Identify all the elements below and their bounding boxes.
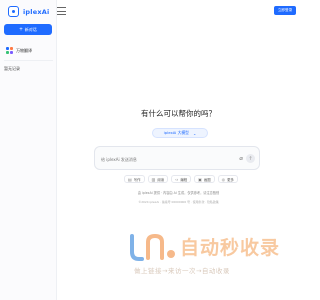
watermark: 自动秒收录 做上链接→来访一次→自动收录 (128, 232, 288, 280)
model-selected-label: iplexAi 大模型 (163, 130, 189, 135)
send-button[interactable]: ↑ (246, 154, 255, 163)
image-icon: ▣ (198, 176, 202, 182)
tool-label: 写作 (133, 177, 141, 182)
chat-input-box: ⌀ ↑ (94, 146, 260, 170)
reading-icon: ▥ (151, 176, 156, 182)
more-icon: ◎ (221, 176, 226, 182)
chevron-down-icon: ⌄ (192, 130, 197, 136)
tool-image[interactable]: ▣ 画图 (194, 175, 215, 183)
new-chat-button[interactable]: + 新对话 (4, 24, 52, 35)
tool-write[interactable]: ▤ 写作 (124, 175, 145, 183)
doc-icon: ▤ (128, 176, 132, 182)
menu-icon[interactable] (57, 7, 66, 15)
login-button[interactable]: 立即登录 (274, 6, 296, 15)
logo-icon (8, 6, 19, 17)
tool-bar: ▤ 写作 ▥ 阅读 ‹› 编程 ▣ 画图 ◎ 更多 (124, 175, 238, 183)
page-title: 有什么可以帮你的吗？ (141, 109, 216, 118)
attach-icon[interactable]: ⌀ (239, 155, 243, 163)
app-name: iplexAi (23, 7, 50, 16)
watermark-subtitle: 做上链接→来访一次→自动收录 (134, 267, 230, 275)
chat-input[interactable] (101, 155, 221, 163)
app-window: iplexAi + 新对话 万物翻译 暂无记录 立即登录 有什么可以帮你的吗？ … (0, 0, 300, 300)
tool-label: 阅读 (157, 177, 165, 182)
tool-read[interactable]: ▥ 阅读 (147, 175, 169, 183)
tool-label: 更多 (227, 177, 234, 182)
new-chat-label: 新对话 (24, 26, 37, 32)
apps-icon (6, 47, 13, 54)
sidebar-divider (4, 60, 53, 61)
plus-icon: + (19, 26, 23, 33)
sidebar-item-label: 万物翻译 (16, 47, 32, 53)
code-icon: ‹› (175, 176, 179, 182)
model-selector[interactable]: iplexAi 大模型 ⌄ (152, 128, 208, 138)
sidebar: iplexAi + 新对话 万物翻译 暂无记录 (0, 0, 57, 300)
tool-more[interactable]: ◎ 更多 (217, 175, 238, 183)
footer-text: ©2024 iplexAi · 备案号 00000000 号 · 使用条款 · … (138, 200, 219, 204)
disclaimer-text: 由 iplexAi 提供 · 内容由 AI 生成，仅供参考，请注意甄别 (137, 191, 220, 195)
app-logo[interactable]: iplexAi (8, 6, 49, 17)
watermark-logo-icon (130, 233, 175, 261)
sidebar-item-translate[interactable]: 万物翻译 (6, 47, 32, 54)
watermark-title: 自动秒收录 (180, 237, 281, 259)
tool-label: 编程 (180, 177, 188, 182)
history-empty-label: 暂无记录 (4, 66, 20, 71)
tool-code[interactable]: ‹› 编程 (171, 175, 192, 183)
tool-label: 画图 (203, 177, 211, 182)
